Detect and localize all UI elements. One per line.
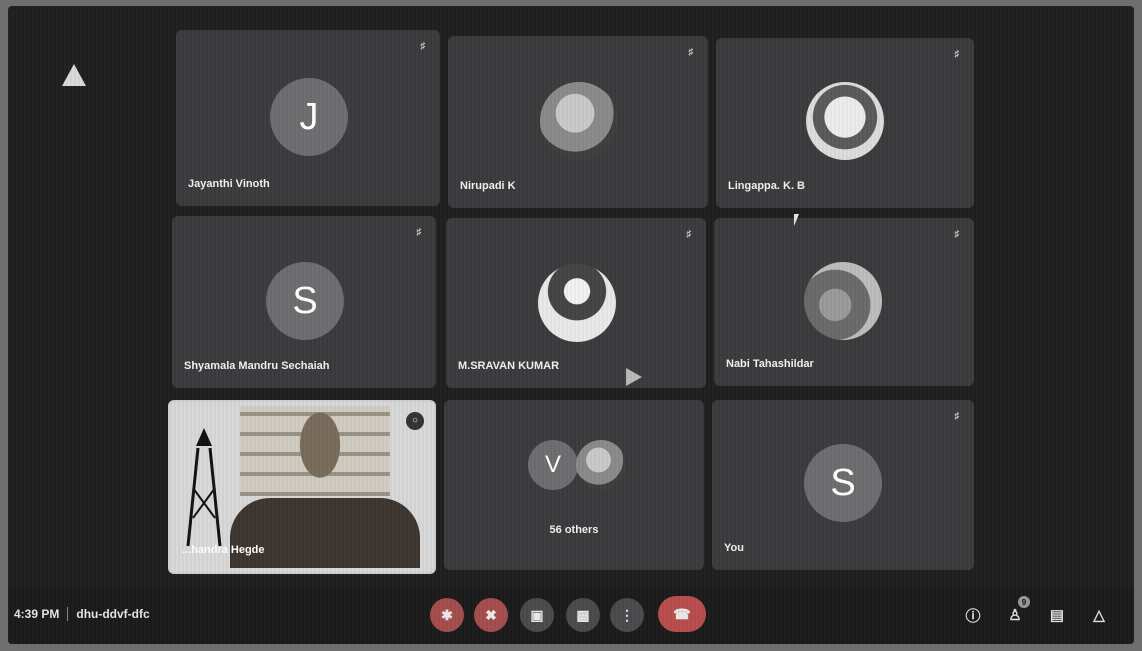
- end-call-icon: ☎: [673, 605, 691, 622]
- video-person-body: [230, 498, 420, 568]
- chat-button[interactable]: ▤: [1046, 604, 1068, 626]
- people-icon: ♙: [1008, 607, 1022, 624]
- meeting-time: 4:39 PM: [14, 607, 60, 621]
- divider: [67, 607, 69, 621]
- mic-muted-icon: ♯: [686, 229, 692, 240]
- people-count-badge: 9: [1018, 596, 1030, 608]
- meet-window: ♯ J Jayanthi Vinoth ♯ Nirupadi K ♯ Linga…: [8, 6, 1134, 644]
- participant-name: ...handra Hegde: [182, 544, 265, 556]
- participant-name: Nabi Tahashildar: [726, 358, 814, 370]
- video-person: [280, 410, 360, 510]
- avatar: [538, 264, 616, 342]
- participant-name: You: [724, 542, 744, 554]
- participant-name: M.SRAVAN KUMAR: [458, 360, 560, 372]
- mouse-cursor: [794, 214, 799, 226]
- mic-muted-icon: ♯: [954, 411, 960, 422]
- mic-muted-icon: ♯: [688, 47, 694, 58]
- mic-muted-icon: ♯: [420, 41, 426, 52]
- present-icon: ▩: [576, 606, 590, 623]
- others-count-label: 56 others: [549, 524, 599, 536]
- play-icon: [626, 368, 642, 386]
- avatar: [806, 82, 884, 160]
- mic-muted-icon: ♯: [416, 227, 422, 238]
- avatar: V: [528, 440, 578, 490]
- more-options-button[interactable]: ⋮: [610, 598, 644, 632]
- participant-tile[interactable]: ♯ Lingappa. K. B: [716, 38, 974, 208]
- end-call-button[interactable]: ☎: [658, 596, 706, 632]
- bottom-toolbar: 4:39 PM dhu-ddvf-dfc ✱ ✖ ▣ ▩ ⋮ ☎ ⓘ ♙ 9 ▤…: [8, 588, 1134, 644]
- participant-name: Jayanthi Vinoth: [188, 178, 270, 190]
- self-tile[interactable]: ♯ S You: [712, 400, 974, 570]
- present-button[interactable]: ▩: [566, 598, 600, 632]
- participant-tile[interactable]: ♯ S Shyamala Mandru Sechaiah: [172, 216, 436, 388]
- speaking-indicator-icon: ○: [406, 412, 424, 430]
- avatar: S: [266, 262, 344, 340]
- participant-tile[interactable]: ♯ M.SRAVAN KUMAR: [446, 218, 706, 388]
- mic-toggle-button[interactable]: ✱: [430, 598, 464, 632]
- mic-muted-icon: ♯: [954, 229, 960, 240]
- participant-name: Nirupadi K: [460, 180, 516, 192]
- chat-icon: ▤: [1049, 607, 1065, 624]
- meeting-info-icon: ⓘ: [965, 607, 981, 625]
- avatar: [540, 82, 618, 160]
- people-button[interactable]: ♙ 9: [1004, 596, 1030, 626]
- activities-button[interactable]: △: [1088, 604, 1110, 626]
- avatar: [576, 440, 626, 490]
- participant-tile[interactable]: ♯ J Jayanthi Vinoth: [176, 30, 440, 206]
- activities-icon: △: [1093, 607, 1105, 624]
- corner-triangle-icon: [62, 64, 86, 86]
- captions-button[interactable]: ▣: [520, 598, 554, 632]
- camera-off-icon: ✖: [485, 606, 497, 623]
- more-options-icon: ⋮: [620, 606, 634, 623]
- avatar: J: [270, 78, 348, 156]
- meeting-info: 4:39 PM dhu-ddvf-dfc: [14, 607, 150, 621]
- meeting-code[interactable]: dhu-ddvf-dfc: [76, 607, 149, 621]
- camera-toggle-button[interactable]: ✖: [474, 598, 508, 632]
- participant-name: Shyamala Mandru Sechaiah: [184, 360, 330, 372]
- participant-name: Lingappa. K. B: [728, 180, 805, 192]
- meeting-details-button[interactable]: ⓘ: [962, 604, 984, 626]
- participant-tile[interactable]: ♯ Nirupadi K: [448, 36, 708, 208]
- tower-logo-icon: [186, 428, 222, 547]
- participant-video-tile[interactable]: ○ ...handra Hegde: [168, 400, 436, 574]
- mic-muted-icon: ♯: [954, 49, 960, 60]
- others-tile[interactable]: V 56 others: [444, 400, 704, 570]
- mic-off-icon: ✱: [441, 606, 453, 623]
- captions-icon: ▣: [530, 606, 544, 623]
- avatar: [804, 262, 882, 340]
- avatar: S: [804, 444, 882, 522]
- participant-tile[interactable]: ♯ Nabi Tahashildar: [714, 218, 974, 386]
